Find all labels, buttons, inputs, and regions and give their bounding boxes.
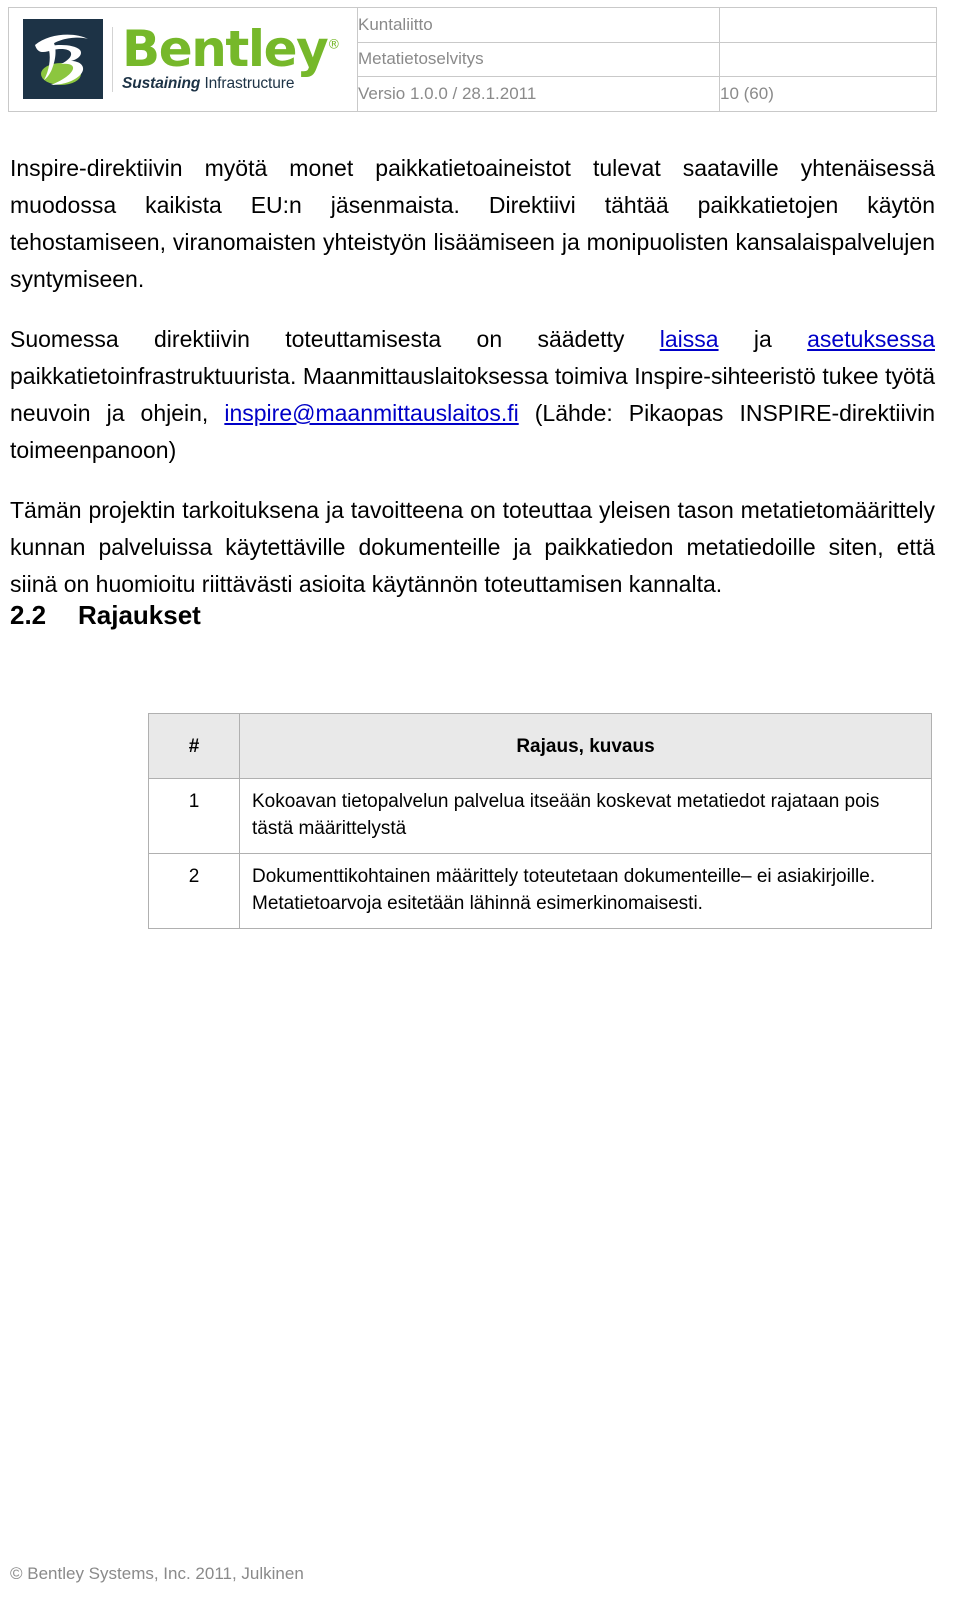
row-description: Dokumenttikohtainen määrittely toteuteta…	[239, 853, 932, 929]
table-header-row: # Rajaus, kuvaus	[148, 713, 932, 779]
document-header-table: Bentley® Sustaining Infrastructure Kunta…	[8, 7, 937, 112]
header-row-1: Bentley® Sustaining Infrastructure Kunta…	[8, 7, 937, 112]
link-inspire-email[interactable]: inspire@maanmittauslaitos.fi	[224, 400, 518, 426]
table-row: 1 Kokoavan tietopalvelun palvelua itseää…	[148, 778, 932, 854]
logo-brand-text: Bentley®	[122, 24, 357, 74]
row-number: 1	[148, 778, 240, 854]
rajaukset-table-head: # Rajaus, kuvaus	[148, 713, 932, 779]
section-number: 2.2	[10, 600, 47, 630]
document-body: Inspire-direktiivin myötä monet paikkati…	[10, 150, 935, 603]
document-footer: © Bentley Systems, Inc. 2011, Julkinen	[10, 1564, 304, 1583]
logo-cell: Bentley® Sustaining Infrastructure	[8, 7, 358, 112]
column-header-number: #	[148, 713, 240, 779]
logo-divider	[112, 26, 113, 92]
header-page-number: 10 (60)	[719, 76, 937, 112]
link-asetuksessa[interactable]: asetuksessa	[807, 326, 935, 352]
header-company-name: Kuntaliitto	[357, 7, 720, 43]
paragraph-finland-legislation: Suomessa direktiivin toteuttamisesta on …	[10, 321, 935, 469]
logo-wordmark: Bentley® Sustaining Infrastructure	[122, 24, 357, 93]
bentley-b-mark-icon	[23, 19, 103, 100]
registered-trademark-icon: ®	[327, 37, 341, 53]
bentley-logo: Bentley® Sustaining Infrastructure	[9, 16, 357, 103]
section-title: Rajaukset	[78, 600, 201, 630]
paragraph-project-purpose: Tämän projektin tarkoituksena ja tavoitt…	[10, 497, 935, 597]
document-page: Bentley® Sustaining Infrastructure Kunta…	[0, 0, 960, 1601]
section-heading-2-2: 2.2 Rajaukset	[10, 600, 201, 631]
header-document-title: Metatietoselvitys	[357, 41, 720, 78]
header-blank-cell-2	[719, 41, 937, 78]
paragraph2-part2: ja	[718, 326, 808, 352]
paragraph2-part1: Suomessa direktiivin toteuttamisesta on …	[10, 326, 660, 352]
logo-brand-label: Bentley	[122, 20, 329, 79]
column-header-description: Rajaus, kuvaus	[239, 713, 932, 779]
row-description: Kokoavan tietopalvelun palvelua itseään …	[239, 778, 932, 854]
rajaukset-table-body: 1 Kokoavan tietopalvelun palvelua itseää…	[148, 778, 932, 929]
header-version-date: Versio 1.0.0 / 28.1.2011	[357, 76, 720, 112]
header-blank-cell-1	[719, 7, 937, 43]
row-number: 2	[148, 853, 240, 929]
rajaukset-table: # Rajaus, kuvaus 1 Kokoavan tietopalvelu…	[148, 713, 932, 929]
paragraph-inspire-directive: Inspire-direktiivin myötä monet paikkati…	[10, 155, 935, 292]
table-row: 2 Dokumenttikohtainen määrittely toteute…	[148, 853, 932, 929]
link-laissa[interactable]: laissa	[660, 326, 719, 352]
